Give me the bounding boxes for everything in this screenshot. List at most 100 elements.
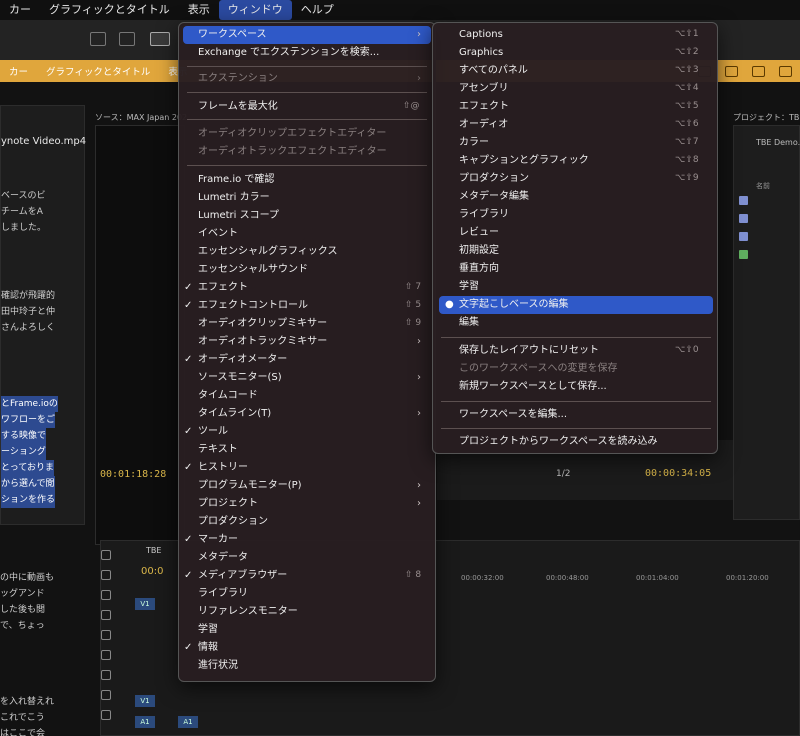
menu-window[interactable]: ウィンドウ <box>218 0 292 20</box>
track-a1-target[interactable]: A1 <box>178 716 198 728</box>
project-tab[interactable]: プロジェクト：TBE <box>733 112 800 123</box>
menu-item-essential-graphics[interactable]: エッセンシャルグラフィックス <box>198 243 338 261</box>
selection-tool-icon[interactable] <box>101 550 111 560</box>
menu-item-tools[interactable]: ✓ ツール <box>184 423 228 441</box>
source-timecode[interactable]: 00:01:18:28 <box>100 469 166 480</box>
ws-item-editing[interactable]: 編集 <box>459 314 479 332</box>
menu-item-exchange[interactable]: Exchange でエクステンションを検索... <box>198 44 379 62</box>
track-a1[interactable]: A1 <box>135 716 155 728</box>
ws-item-all-panels[interactable]: すべてのパネル <box>459 62 528 80</box>
timeline-timecode[interactable]: 00:0 <box>141 566 163 577</box>
resolution-select[interactable]: 1/2 <box>556 469 570 479</box>
ws-item-edit-workspaces[interactable]: ワークスペースを編集... <box>459 406 567 424</box>
ws-item-captions-graphics[interactable]: キャプションとグラフィック <box>459 152 589 170</box>
project-item-color <box>739 196 748 205</box>
checkmark-icon: ✓ <box>184 462 193 473</box>
ws-item-captions[interactable]: Captions <box>459 26 503 44</box>
menu-item-text[interactable]: テキスト <box>198 441 238 459</box>
menu-item-audio-clip-mixer[interactable]: オーディオクリップミキサー <box>198 315 327 333</box>
project-item-color <box>739 232 748 241</box>
ws-item-learning[interactable]: 学習 <box>459 278 479 296</box>
transcript-highlight[interactable]: とっておりま <box>1 460 55 476</box>
menu-separator <box>187 92 427 93</box>
menu-item-project[interactable]: プロジェクト <box>198 495 258 513</box>
razor-icon[interactable] <box>101 610 111 620</box>
track-select-icon[interactable] <box>101 570 111 580</box>
menu-item-libraries[interactable]: ライブラリ <box>198 585 248 603</box>
menu-item-production[interactable]: プロダクション <box>198 513 268 531</box>
ws-tab-marker[interactable]: カー <box>0 64 37 78</box>
track-v1-source[interactable]: V1 <box>135 598 155 610</box>
transcript-highlight[interactable]: ションを作る <box>1 492 56 508</box>
transcript-highlight[interactable]: から選んで閲 <box>1 476 55 492</box>
ws-item-libraries[interactable]: ライブラリ <box>459 206 509 224</box>
menu-item-workspace[interactable]: ワークスペース <box>198 26 267 44</box>
menu-item-source-monitor[interactable]: ソースモニター(S) <box>198 369 282 387</box>
menu-item-lumetri-color[interactable]: Lumetri カラー <box>198 189 270 207</box>
checkmark-icon: ✓ <box>184 282 193 293</box>
menu-item-events[interactable]: イベント <box>198 225 238 243</box>
ws-item-effects[interactable]: エフェクト <box>459 98 509 116</box>
ws-item-assembly[interactable]: アセンブリ <box>459 80 509 98</box>
ws-item-import-from-project[interactable]: プロジェクトからワークスペースを読み込み <box>459 433 658 451</box>
ripple-edit-icon[interactable] <box>101 590 111 600</box>
ws-tab-graphics[interactable]: グラフィックとタイトル <box>37 64 159 78</box>
track-v1[interactable]: V1 <box>135 695 155 707</box>
transcript-highlight[interactable]: とFrame.ioの <box>1 396 58 412</box>
person-icon[interactable] <box>779 65 792 77</box>
panel-view-icon[interactable] <box>150 32 170 46</box>
menu-item-media-browser[interactable]: ✓ メディアブラウザー <box>184 567 287 585</box>
name-column-header[interactable]: 名前 <box>756 181 770 191</box>
menu-item-metadata[interactable]: メタデータ <box>198 549 248 567</box>
list-view-icon[interactable] <box>119 32 135 46</box>
ws-item-text-based-editing[interactable]: ● 文字起こしベースの編集 <box>445 296 569 314</box>
transcript-highlight[interactable]: する映像で <box>1 428 47 444</box>
menu-item-audio-track-mixer[interactable]: オーディオトラックミキサー <box>198 333 327 351</box>
menu-item-markers[interactable]: ✓ マーカー <box>184 531 238 549</box>
menu-item-learn[interactable]: 学習 <box>198 621 218 639</box>
mic-icon[interactable] <box>752 65 765 77</box>
share-icon[interactable] <box>725 65 738 77</box>
ws-item-reset-layout[interactable]: 保存したレイアウトにリセット <box>459 342 599 360</box>
menu-item-history[interactable]: ✓ ヒストリー <box>184 459 248 477</box>
grid-view-icon[interactable] <box>90 32 106 46</box>
menu-item-essential-sound[interactable]: エッセンシャルサウンド <box>198 261 308 279</box>
menu-graphics-titles[interactable]: グラフィックとタイトル <box>40 0 179 20</box>
ws-item-production[interactable]: プロダクション <box>459 170 529 188</box>
ws-item-audio[interactable]: オーディオ <box>459 116 508 134</box>
transcript-line: 確認が飛躍的 <box>1 291 56 301</box>
ws-item-metadata-editing[interactable]: メタデータ編集 <box>459 188 529 206</box>
timeline-tab[interactable]: TBE <box>146 546 161 555</box>
hand-icon[interactable] <box>101 690 111 700</box>
pen-icon[interactable] <box>101 650 111 660</box>
menu-item-timecode[interactable]: タイムコード <box>198 387 258 405</box>
ws-item-defaults[interactable]: 初期設定 <box>459 242 499 260</box>
ws-item-color[interactable]: カラー <box>459 134 489 152</box>
transcript-highlight[interactable]: ーショング <box>1 444 46 460</box>
menu-marker[interactable]: カー <box>0 0 40 20</box>
menu-item-reference-monitor[interactable]: リファレンスモニター <box>198 603 298 621</box>
program-timecode[interactable]: 00:00:34:05 <box>645 468 711 479</box>
menu-view[interactable]: 表示 <box>179 0 219 20</box>
menu-item-timeline[interactable]: タイムライン(T) <box>198 405 271 423</box>
menu-item-audio-meters[interactable]: ✓ オーディオメーター <box>184 351 287 369</box>
ws-item-graphics[interactable]: Graphics <box>459 44 503 62</box>
transcript-highlight[interactable]: ワフローをご <box>1 412 56 428</box>
menu-item-effects[interactable]: ✓ エフェクト <box>184 279 248 297</box>
source-tab[interactable]: ソース：MAX Japan 202 <box>95 112 187 123</box>
menu-item-program-monitor[interactable]: プログラムモニター(P) <box>198 477 302 495</box>
ws-item-vertical[interactable]: 垂直方向 <box>459 260 499 278</box>
menu-item-info[interactable]: ✓ 情報 <box>184 639 218 657</box>
menu-item-lumetri-scopes[interactable]: Lumetri スコープ <box>198 207 279 225</box>
menu-item-maximize-frame[interactable]: フレームを最大化 <box>198 98 278 116</box>
menu-item-progress[interactable]: 進行状況 <box>198 657 238 675</box>
ws-item-review[interactable]: レビュー <box>459 224 499 242</box>
type-icon[interactable] <box>101 710 111 720</box>
menu-item-frameio[interactable]: Frame.io で確認 <box>198 171 274 189</box>
rectangle-icon[interactable] <box>101 670 111 680</box>
slip-icon[interactable] <box>101 630 111 640</box>
menu-help[interactable]: ヘルプ <box>292 0 343 20</box>
ws-item-save-as-new[interactable]: 新規ワークスペースとして保存... <box>459 378 607 396</box>
menu-item-effect-controls[interactable]: ✓ エフェクトコントロール <box>184 297 308 315</box>
menu-separator <box>441 428 711 429</box>
